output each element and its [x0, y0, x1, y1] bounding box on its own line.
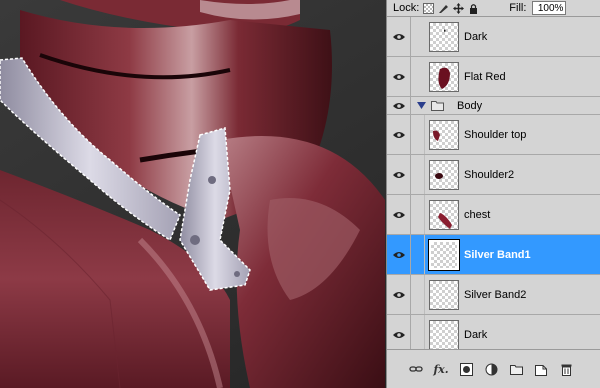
- layer-thumbnail: [429, 320, 459, 350]
- fill-input[interactable]: [532, 1, 567, 15]
- layer-name: Flat Red: [464, 71, 506, 83]
- lock-all-icon[interactable]: [468, 3, 479, 14]
- layer-row[interactable]: Shoulder top: [387, 115, 600, 155]
- eye-icon: [392, 33, 405, 40]
- layer-name: Silver Band1: [464, 249, 531, 261]
- add-mask-icon[interactable]: [459, 362, 473, 376]
- layer-thumbnail: [429, 62, 459, 92]
- layer-row[interactable]: Flat Red: [387, 57, 600, 97]
- folder-icon: [431, 101, 444, 111]
- link-layers-icon[interactable]: [409, 362, 423, 376]
- lock-image-pixels-icon[interactable]: [438, 3, 449, 14]
- layer-thumbnail: [429, 160, 459, 190]
- layer-name: Shoulder top: [464, 129, 527, 141]
- layer-row[interactable]: Silver Band2: [387, 275, 600, 315]
- visibility-toggle[interactable]: [387, 57, 411, 96]
- group-indent: [411, 195, 425, 234]
- layer-name: Silver Band2: [464, 289, 527, 301]
- lock-position-icon[interactable]: [453, 2, 465, 14]
- layer-name: Shoulder2: [464, 169, 515, 181]
- visibility-toggle[interactable]: [387, 17, 411, 56]
- visibility-toggle[interactable]: [387, 155, 411, 194]
- eye-icon: [392, 102, 405, 109]
- layer-list: Dark Flat Red Body Shoulder top Shoulder…: [387, 17, 600, 355]
- layers-panel: Lock: Fill: Dark: [386, 0, 600, 388]
- layers-bottom-bar: fx.: [387, 349, 600, 388]
- eye-icon: [392, 131, 405, 138]
- group-indent: [411, 155, 425, 194]
- group-name: Body: [457, 100, 483, 112]
- group-indent: [411, 275, 425, 314]
- layer-thumbnail: [429, 200, 459, 230]
- eye-icon: [392, 171, 405, 178]
- layer-thumbnail: [428, 239, 460, 271]
- eye-icon: [392, 331, 405, 338]
- layer-row[interactable]: chest: [387, 195, 600, 235]
- layer-group-row[interactable]: Body: [387, 97, 600, 115]
- expand-triangle-icon[interactable]: [417, 101, 426, 110]
- layer-row[interactable]: Dark: [387, 17, 600, 57]
- visibility-toggle[interactable]: [387, 275, 411, 314]
- fill-label: Fill:: [509, 2, 527, 14]
- eye-icon: [392, 211, 405, 218]
- trash-icon[interactable]: [559, 362, 573, 376]
- layer-thumbnail: [429, 280, 459, 310]
- visibility-toggle[interactable]: [387, 195, 411, 234]
- lock-bar: Lock: Fill:: [387, 0, 600, 17]
- group-indent: [411, 115, 425, 154]
- layer-row[interactable]: Shoulder2: [387, 155, 600, 195]
- adjustment-layer-icon[interactable]: [484, 362, 498, 376]
- eye-icon: [392, 251, 405, 258]
- layer-name: chest: [464, 209, 491, 221]
- layer-style-fx-icon[interactable]: fx.: [433, 362, 448, 376]
- new-group-icon[interactable]: [509, 362, 523, 376]
- new-layer-icon[interactable]: [534, 362, 548, 376]
- visibility-toggle[interactable]: [387, 115, 411, 154]
- group-indent: [411, 235, 425, 274]
- layer-name: Dark: [464, 31, 488, 43]
- lock-label: Lock:: [393, 2, 420, 14]
- visibility-toggle[interactable]: [387, 97, 411, 114]
- layer-name: Dark: [464, 329, 488, 341]
- eye-icon: [392, 291, 405, 298]
- eye-icon: [392, 73, 405, 80]
- layer-row-selected[interactable]: Silver Band1: [387, 235, 600, 275]
- layer-thumbnail: [429, 120, 459, 150]
- lock-transparent-pixels-icon[interactable]: [423, 2, 435, 14]
- layer-thumbnail: [429, 22, 459, 52]
- visibility-toggle[interactable]: [387, 235, 411, 274]
